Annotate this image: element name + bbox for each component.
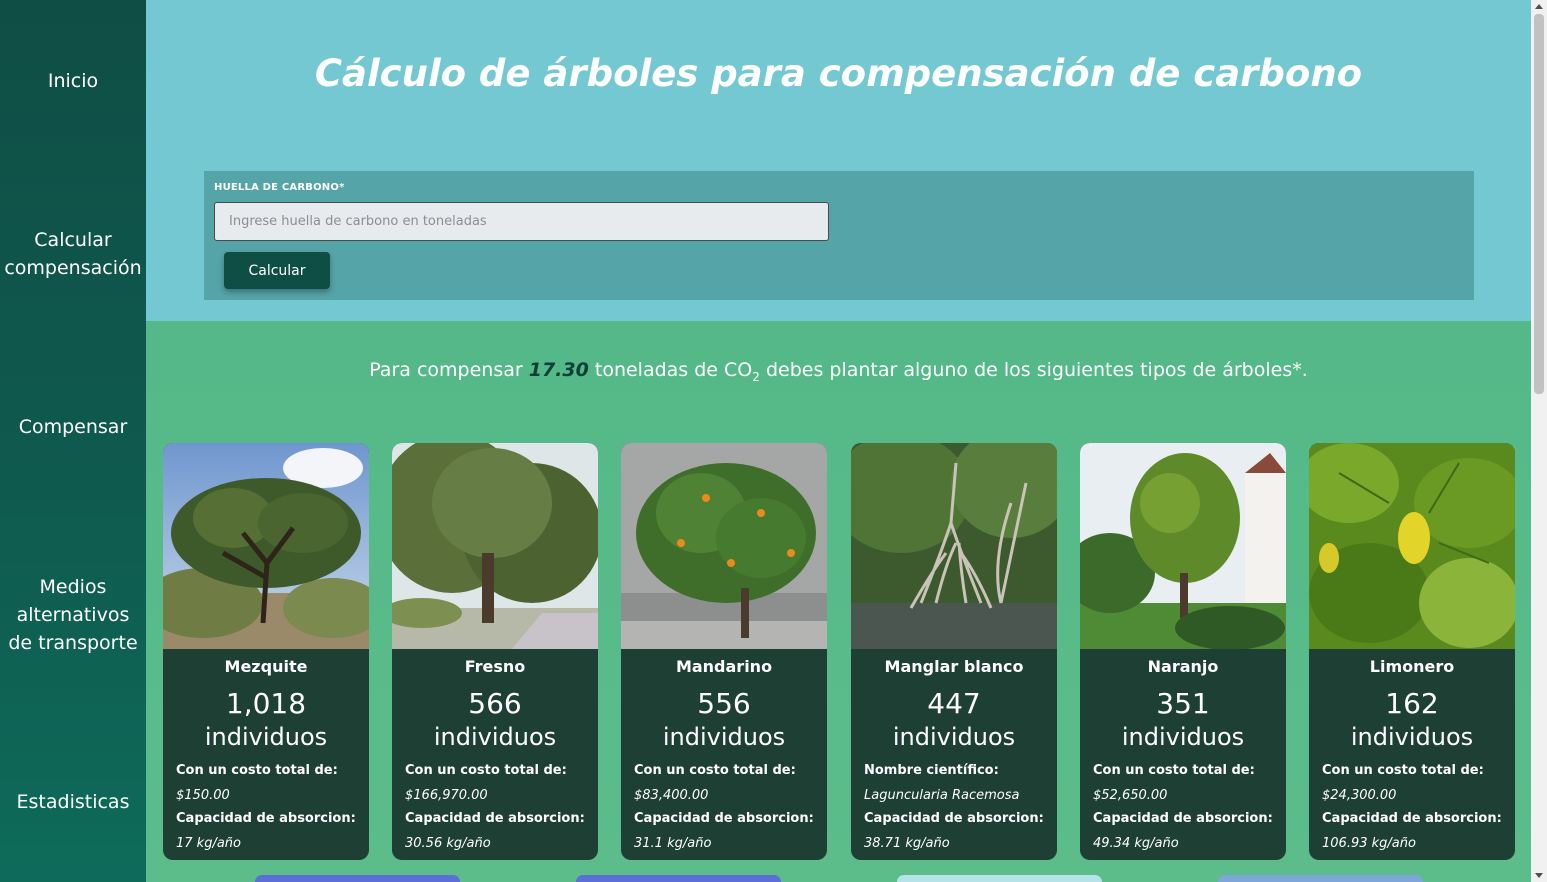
cost-value: $83,400.00 xyxy=(634,788,709,803)
tree-unit: individuos xyxy=(1350,723,1474,751)
nav-item-inicio[interactable]: Inicio xyxy=(0,67,146,95)
card-action-button[interactable] xyxy=(255,875,460,882)
cost-value: $52,650.00 xyxy=(1093,788,1168,803)
calculate-button[interactable]: Calcular xyxy=(224,252,330,289)
absorption-label: Capacidad de absorcion: xyxy=(176,811,356,826)
limonero-photo xyxy=(1309,443,1515,649)
absorption-value: 106.93 kg/año xyxy=(1322,836,1416,851)
sidebar: Inicio Calcular compensación Compensar M… xyxy=(0,0,146,882)
tree-name: Manglar blanco xyxy=(884,657,1024,676)
summary-prefix: Para compensar xyxy=(369,359,523,381)
tree-name: Fresno xyxy=(464,657,526,676)
cost-label: Con un costo total de: xyxy=(405,763,567,778)
absorption-value: 49.34 kg/año xyxy=(1093,836,1179,851)
nav-item-calcular-compensacion[interactable]: Calcular compensación xyxy=(0,226,146,282)
card-action-button[interactable] xyxy=(897,875,1102,882)
tree-unit: individuos xyxy=(1121,723,1245,751)
cost-value: $150.00 xyxy=(176,788,230,803)
carbon-form: HUELLA DE CARBONO* Calcular xyxy=(204,171,1474,300)
tree-unit: individuos xyxy=(433,723,557,751)
card-action-button[interactable] xyxy=(576,875,781,882)
absorption-label: Capacidad de absorcion: xyxy=(405,811,585,826)
nav-item-estadisticas[interactable]: Estadisticas xyxy=(0,788,146,816)
cost-label: Con un costo total de: xyxy=(634,763,796,778)
page-title: Cálculo de árboles para compensación de … xyxy=(314,52,1363,95)
manglar-blanco-photo xyxy=(851,443,1057,649)
mezquite-photo xyxy=(163,443,369,649)
tree-name: Mandarino xyxy=(675,657,773,676)
mandarino-photo xyxy=(621,443,827,649)
scientific-name-value: Laguncularia Racemosa xyxy=(864,788,1020,803)
nav-item-compensar[interactable]: Compensar xyxy=(0,413,146,441)
scroll-down-arrow-icon[interactable] xyxy=(1535,873,1543,878)
tree-card-fresno: Fresno 566 individuos Con un costo total… xyxy=(392,443,598,860)
absorption-value: 30.56 kg/año xyxy=(405,836,491,851)
tree-count: 566 xyxy=(468,687,522,720)
absorption-label: Capacidad de absorcion: xyxy=(1322,811,1502,826)
scroll-thumb[interactable] xyxy=(1534,14,1544,394)
naranjo-photo xyxy=(1080,443,1286,649)
card-action-button[interactable] xyxy=(1218,875,1423,882)
tree-name: Mezquite xyxy=(224,657,308,676)
fresno-photo xyxy=(392,443,598,649)
summary-suffix: debes plantar alguno de los siguientes t… xyxy=(765,359,1308,381)
tree-card-naranjo: Naranjo 351 individuos Con un costo tota… xyxy=(1080,443,1286,860)
tree-unit: individuos xyxy=(662,723,786,751)
tree-unit: individuos xyxy=(204,723,328,751)
summary-middle: toneladas de CO xyxy=(594,359,753,381)
tree-name: Naranjo xyxy=(1147,657,1219,676)
absorption-value: 17 kg/año xyxy=(176,836,241,851)
cost-label: Con un costo total de: xyxy=(176,763,338,778)
tree-name: Limonero xyxy=(1369,657,1455,676)
nav-item-medios-alternativos[interactable]: Medios alternativos de transporte xyxy=(0,573,146,657)
co2-subscript: 2 xyxy=(752,369,760,384)
scientific-name-label: Nombre científico: xyxy=(864,763,999,778)
tree-card-limonero: Limonero 162 individuos Con un costo tot… xyxy=(1309,443,1515,860)
tree-unit: individuos xyxy=(892,723,1016,751)
cost-value: $24,300.00 xyxy=(1322,788,1397,803)
vertical-scrollbar[interactable] xyxy=(1531,0,1547,882)
cost-value: $166,970.00 xyxy=(405,788,488,803)
absorption-value: 31.1 kg/año xyxy=(634,836,712,851)
calculator-section: Cálculo de árboles para compensación de … xyxy=(146,0,1531,321)
absorption-label: Capacidad de absorcion: xyxy=(634,811,814,826)
tree-card-mandarino: Mandarino 556 individuos Con un costo to… xyxy=(621,443,827,860)
tree-count: 556 xyxy=(697,687,751,720)
absorption-label: Capacidad de absorcion: xyxy=(864,811,1044,826)
absorption-value: 38.71 kg/año xyxy=(864,836,950,851)
cost-label: Con un costo total de: xyxy=(1093,763,1255,778)
carbon-footprint-label: HUELLA DE CARBONO* xyxy=(214,182,345,193)
absorption-label: Capacidad de absorcion: xyxy=(1093,811,1273,826)
carbon-footprint-input[interactable] xyxy=(214,202,829,241)
tree-count: 162 xyxy=(1385,687,1439,720)
tree-count: 351 xyxy=(1156,687,1210,720)
scroll-up-arrow-icon[interactable] xyxy=(1535,4,1543,9)
tree-card-manglar-blanco: Manglar blanco 447 individuos Nombre cie… xyxy=(851,443,1057,860)
co2-amount: 17.30 xyxy=(528,359,589,381)
results-summary: Para compensar 17.30 toneladas de CO2 de… xyxy=(146,359,1531,384)
tree-count: 1,018 xyxy=(225,687,307,720)
tree-card-mezquite: Mezquite 1,018 individuos Con un costo t… xyxy=(163,443,369,860)
tree-count: 447 xyxy=(927,687,981,720)
cost-label: Con un costo total de: xyxy=(1322,763,1484,778)
